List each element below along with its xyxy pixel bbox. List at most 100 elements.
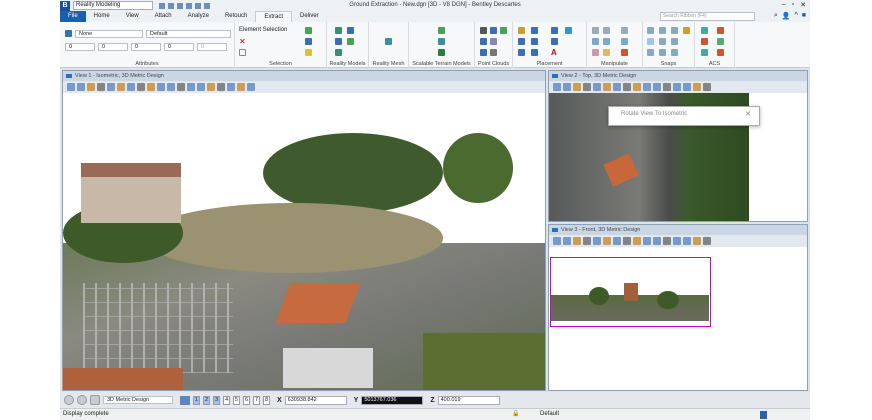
update-view-icon[interactable] bbox=[583, 237, 591, 245]
rotate-view-icon[interactable] bbox=[633, 83, 641, 91]
open-icon[interactable] bbox=[159, 2, 165, 9]
pan-view-icon[interactable] bbox=[643, 237, 651, 245]
copy-icon[interactable] bbox=[603, 27, 610, 34]
walk-icon[interactable] bbox=[653, 237, 661, 245]
place-block-icon[interactable] bbox=[531, 49, 538, 56]
stretch-icon[interactable] bbox=[592, 49, 599, 56]
render-icon[interactable] bbox=[247, 83, 255, 91]
move-icon[interactable] bbox=[592, 27, 599, 34]
redo-icon[interactable] bbox=[195, 2, 201, 9]
y-coordinate-input[interactable]: 5013767.036 bbox=[361, 395, 424, 405]
tab-analyze[interactable]: Analyze bbox=[180, 11, 217, 22]
view-display-icon[interactable] bbox=[77, 83, 85, 91]
terrain-tool-icon[interactable] bbox=[438, 38, 445, 45]
reality-model-icon[interactable] bbox=[347, 27, 354, 34]
acs-icon[interactable] bbox=[701, 38, 708, 45]
walk-icon[interactable] bbox=[167, 83, 175, 91]
snap-icon[interactable] bbox=[671, 49, 678, 56]
view-toggle-3[interactable]: 3 bbox=[213, 395, 220, 405]
view-toggle-8[interactable]: 8 bbox=[263, 395, 270, 405]
place-circle-icon[interactable] bbox=[518, 38, 525, 45]
attach-reality-model-icon[interactable] bbox=[335, 27, 342, 34]
previous-view-icon[interactable] bbox=[663, 237, 671, 245]
clip-volume-icon[interactable] bbox=[693, 237, 701, 245]
search-icon[interactable]: ⌕ bbox=[774, 12, 778, 20]
fit-view-icon[interactable] bbox=[623, 237, 631, 245]
design-file-icon[interactable] bbox=[760, 411, 767, 419]
snap-icon[interactable] bbox=[683, 27, 690, 34]
previous-view-icon[interactable] bbox=[177, 83, 185, 91]
next-view-icon[interactable] bbox=[673, 237, 681, 245]
invert-selection-icon[interactable] bbox=[305, 38, 312, 45]
walk-icon[interactable] bbox=[653, 83, 661, 91]
view-groups-icon[interactable] bbox=[180, 395, 190, 405]
acs-icon[interactable] bbox=[717, 27, 724, 34]
acs-icon[interactable] bbox=[717, 38, 724, 45]
tab-home[interactable]: Home bbox=[86, 11, 118, 22]
view-1-canvas[interactable] bbox=[63, 93, 545, 390]
terrain-model-icon[interactable] bbox=[438, 27, 445, 34]
fit-view-icon[interactable] bbox=[137, 83, 145, 91]
rotate-icon[interactable] bbox=[621, 27, 628, 34]
z-coordinate-input[interactable]: 400.019 bbox=[437, 395, 500, 405]
point-cloud-icon[interactable] bbox=[490, 27, 497, 34]
view-rotation-icon[interactable] bbox=[207, 83, 215, 91]
reality-model-tool-icon[interactable] bbox=[335, 38, 342, 45]
fit-view-icon[interactable] bbox=[623, 83, 631, 91]
view-toggle-7[interactable]: 7 bbox=[253, 395, 260, 405]
weight-dropdown[interactable]: 0 bbox=[131, 43, 161, 51]
search-ribbon-input[interactable]: Search Ribbon (F4) bbox=[660, 12, 755, 21]
forward-button[interactable] bbox=[77, 395, 87, 405]
snap-icon[interactable] bbox=[671, 27, 678, 34]
update-view-icon[interactable] bbox=[97, 83, 105, 91]
tab-view[interactable]: View bbox=[118, 11, 147, 22]
user-icon[interactable]: 👤 bbox=[782, 12, 791, 20]
clip-mask-icon[interactable] bbox=[227, 83, 235, 91]
snap-icon[interactable] bbox=[671, 38, 678, 45]
element-selection-button[interactable]: Element Selection bbox=[239, 27, 287, 33]
update-view-icon[interactable] bbox=[583, 83, 591, 91]
point-cloud-icon[interactable] bbox=[500, 27, 507, 34]
model-dropdown[interactable]: 3D Metric Design bbox=[103, 396, 173, 404]
place-point-icon[interactable] bbox=[565, 27, 572, 34]
snap-icon[interactable] bbox=[659, 27, 666, 34]
snap-icon[interactable] bbox=[647, 27, 654, 34]
scale-icon[interactable] bbox=[592, 38, 599, 45]
tab-file[interactable]: File bbox=[60, 11, 86, 22]
view-display-icon[interactable] bbox=[563, 237, 571, 245]
save-settings-icon[interactable] bbox=[177, 2, 183, 9]
view-toggle-5[interactable]: 5 bbox=[233, 395, 240, 405]
view-display-icon[interactable] bbox=[563, 83, 571, 91]
model-icon[interactable] bbox=[90, 395, 100, 405]
rotate-view-icon[interactable] bbox=[633, 237, 641, 245]
save-icon[interactable] bbox=[168, 2, 174, 9]
minimize-button[interactable]: – bbox=[782, 1, 786, 9]
change-icon[interactable] bbox=[621, 49, 628, 56]
copy-view-icon[interactable] bbox=[683, 237, 691, 245]
pan-view-icon[interactable] bbox=[157, 83, 165, 91]
print-icon[interactable] bbox=[204, 2, 210, 9]
workflow-dropdown[interactable]: Reality Modeling bbox=[73, 1, 153, 10]
clear-selection-icon[interactable]: ✕ bbox=[239, 38, 246, 46]
select-none-icon[interactable] bbox=[239, 49, 246, 56]
place-arc-icon[interactable] bbox=[551, 27, 558, 34]
lighting-icon[interactable] bbox=[573, 237, 581, 245]
lock-icon[interactable]: 🔒 bbox=[512, 409, 519, 420]
view-attributes-icon[interactable] bbox=[553, 237, 561, 245]
window-area-icon[interactable] bbox=[613, 83, 621, 91]
copy-view-icon[interactable] bbox=[197, 83, 205, 91]
help-icon[interactable]: ■ bbox=[802, 12, 806, 20]
point-cloud-icon[interactable] bbox=[480, 38, 487, 45]
rotate-view-icon[interactable] bbox=[147, 83, 155, 91]
camera-icon[interactable] bbox=[237, 83, 245, 91]
back-button[interactable] bbox=[64, 395, 74, 405]
point-cloud-icon[interactable] bbox=[490, 38, 497, 45]
zoom-out-icon[interactable] bbox=[603, 83, 611, 91]
zoom-in-icon[interactable] bbox=[593, 83, 601, 91]
active-level[interactable]: Default bbox=[540, 409, 559, 420]
acs-icon[interactable] bbox=[701, 49, 708, 56]
lighting-icon[interactable] bbox=[87, 83, 95, 91]
snap-icon[interactable] bbox=[659, 49, 666, 56]
view-toggle-1[interactable]: 1 bbox=[193, 395, 200, 405]
place-text-icon[interactable]: A bbox=[551, 49, 558, 57]
